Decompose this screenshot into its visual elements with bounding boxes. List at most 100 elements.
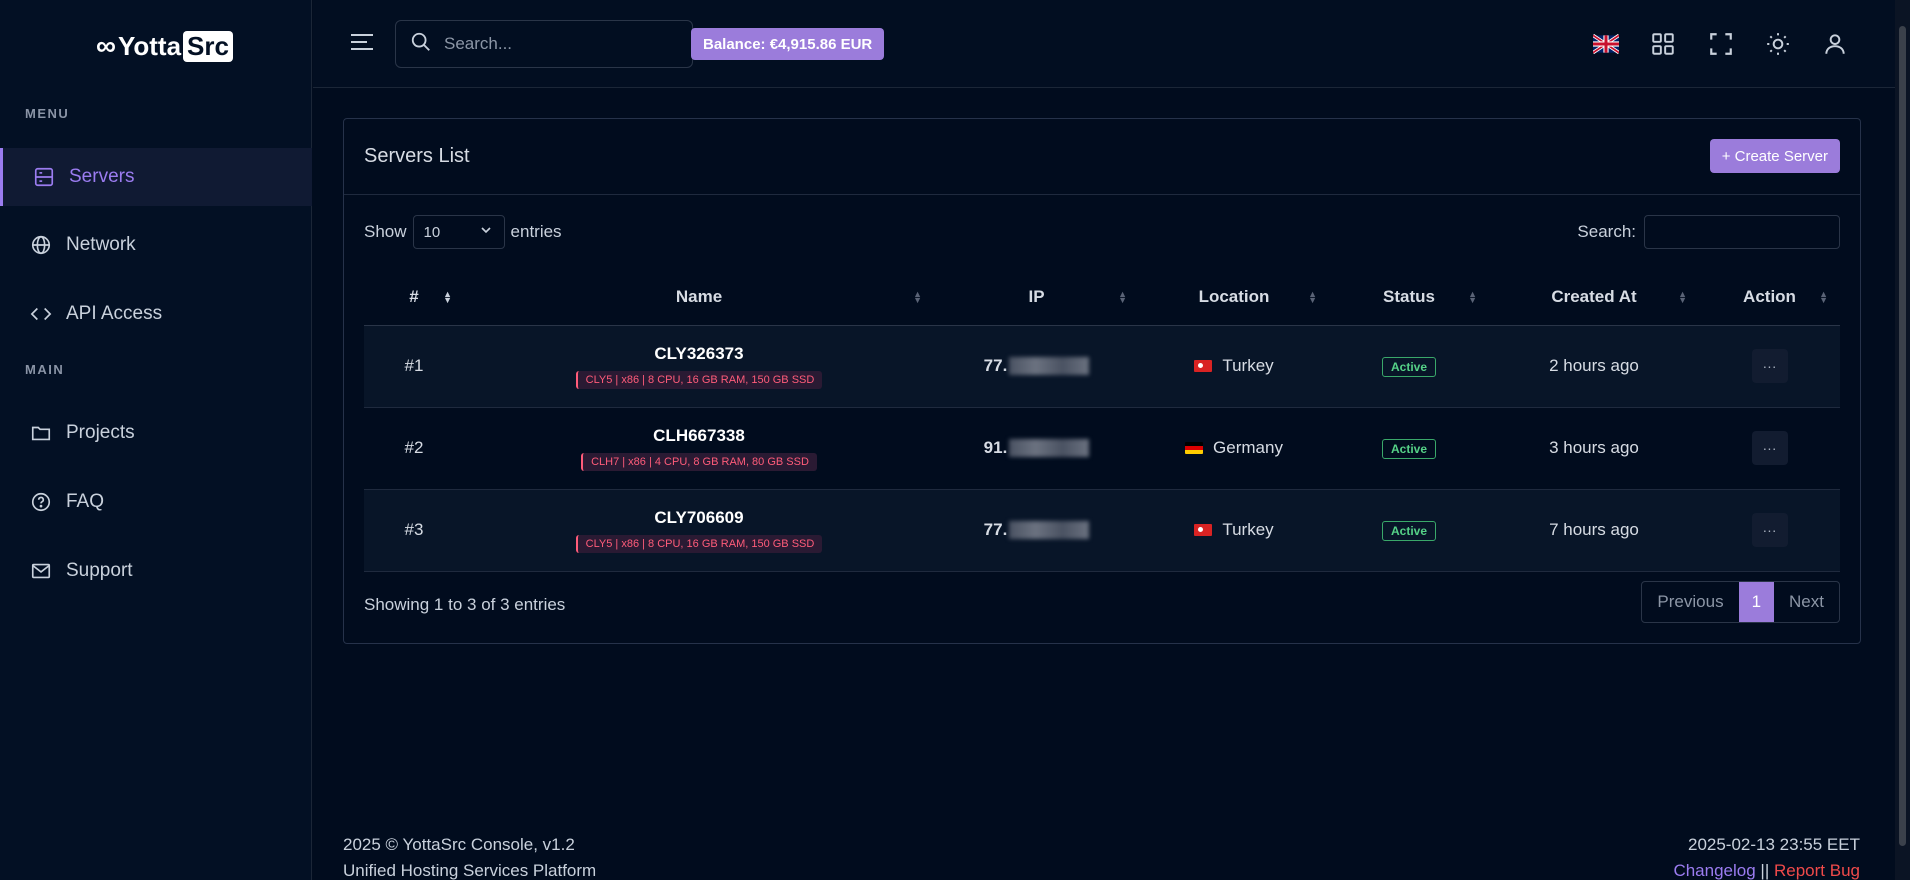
globe-icon [30,234,52,256]
menu-toggle-icon[interactable] [349,30,375,54]
table-info: Showing 1 to 3 of 3 entries [364,595,566,614]
column-header-status[interactable]: Status ▲ ▼ [1329,269,1489,326]
footer-datetime: 2025-02-13 23:55 EET [1687,835,1860,854]
infinity-icon: ∞ [96,30,116,61]
next-page-button[interactable]: Next [1774,582,1839,622]
sidebar: ∞ Yotta Src MENU Servers Network API Acce… [0,0,312,880]
status-cell: Active [1329,407,1489,490]
action-cell: ··· [1699,325,1840,408]
location-text: Turkey [1222,355,1274,375]
card-header: Servers List + Create Server [344,119,1860,195]
sort-icon: ▲ ▼ [913,289,922,305]
ip-address: 77. [983,356,1008,375]
apps-grid-icon[interactable] [1649,30,1677,58]
ip-cell: 91. [934,407,1139,490]
table-row: #1 CLY326373 CLY5 | x86 | 8 CPU, 16 GB R… [364,325,1840,408]
server-name[interactable]: CLY326373 [464,344,934,364]
sort-icon: ▲ ▼ [1308,289,1317,305]
entries-label: entries [510,222,562,241]
changelog-link[interactable]: Changelog [1673,861,1755,880]
pagination: Previous 1 Next [1641,581,1840,623]
entries-value: 10 [423,223,441,241]
sort-icon: ▲ ▼ [1678,289,1687,305]
column-header-number[interactable]: # ▲ ▼ [364,269,464,326]
servers-list-card: Servers List + Create Server Show 10 ent… [343,118,1861,644]
footer-right: 2025-02-13 23:55 EET Changelog || Report… [1673,832,1860,880]
status-badge: Active [1381,520,1437,541]
germany-flag-icon [1185,441,1204,454]
sort-icon: ▲ ▼ [443,289,452,305]
search-input[interactable] [444,34,664,54]
server-spec-badge: CLH7 | x86 | 4 CPU, 8 GB RAM, 80 GB SSD [581,452,817,471]
servers-table: # ▲ ▼ Name ▲ ▼ IP ▲ ▼ Location ▲ ▼ Status ▲ ▼ Crea… [364,269,1840,572]
search-icon [410,31,432,58]
brand-logo[interactable]: ∞ Yotta Src [96,24,233,68]
created-at-cell: 3 hours ago [1489,407,1699,490]
server-name-cell: CLY706609 CLY5 | x86 | 8 CPU, 16 GB RAM,… [464,489,934,572]
redacted-ip [1009,521,1090,539]
fullscreen-icon[interactable] [1707,30,1735,58]
column-header-location[interactable]: Location ▲ ▼ [1139,269,1329,326]
theme-sun-icon[interactable] [1764,30,1792,58]
sidebar-item-api-access[interactable]: API Access [0,285,312,343]
redacted-ip [1009,439,1090,457]
sidebar-item-label: Projects [66,422,135,443]
server-spec-badge: CLY5 | x86 | 8 CPU, 16 GB RAM, 150 GB SS… [575,534,823,553]
scrollbar-thumb[interactable] [1899,26,1906,846]
sidebar-item-network[interactable]: Network [0,216,312,274]
uk-flag-icon[interactable] [1592,30,1620,58]
table-search: Search: [1577,215,1840,249]
status-cell: Active [1329,489,1489,572]
row-actions-button[interactable]: ··· [1751,431,1788,465]
ip-address: 91. [983,438,1008,457]
ip-cell: 77. [934,325,1139,408]
row-actions-button[interactable]: ··· [1751,349,1788,383]
chevron-down-icon [478,222,494,242]
column-header-created-at[interactable]: Created At ▲ ▼ [1489,269,1699,326]
previous-page-button[interactable]: Previous [1642,582,1738,622]
sidebar-item-support[interactable]: Support [0,542,312,600]
table-row: #2 CLH667338 CLH7 | x86 | 4 CPU, 8 GB RA… [364,407,1840,490]
server-name[interactable]: CLH667338 [464,426,934,446]
column-header-action[interactable]: Action ▲ ▼ [1699,269,1840,326]
entries-select[interactable]: 10 [412,215,505,249]
server-name-cell: CLY326373 CLY5 | x86 | 8 CPU, 16 GB RAM,… [464,325,934,408]
server-icon [33,166,55,188]
row-actions-button[interactable]: ··· [1751,513,1788,547]
sidebar-item-label: Servers [69,166,135,187]
column-header-ip[interactable]: IP ▲ ▼ [934,269,1139,326]
sort-icon: ▲ ▼ [1468,289,1477,305]
sidebar-item-faq[interactable]: FAQ [0,473,312,531]
location-cell: Turkey [1139,489,1329,572]
server-name[interactable]: CLY706609 [464,508,934,528]
help-circle-icon [30,491,52,513]
row-number: #1 [364,325,464,408]
sort-icon: ▲ ▼ [1819,289,1828,305]
location-text: Turkey [1222,519,1274,539]
ip-address: 77. [983,520,1008,539]
sidebar-item-label: API Access [66,303,163,324]
page-1-button[interactable]: 1 [1738,582,1775,622]
location-cell: Turkey [1139,325,1329,408]
column-header-name[interactable]: Name ▲ ▼ [464,269,934,326]
menu-section-label: MENU [25,106,70,121]
report-bug-link[interactable]: Report Bug [1774,861,1860,880]
sidebar-item-servers[interactable]: Servers [0,148,312,206]
ip-cell: 77. [934,489,1139,572]
sidebar-item-label: Network [66,234,136,255]
global-search[interactable] [395,20,693,68]
table-search-input[interactable] [1644,215,1840,249]
balance-badge: Balance: €4,915.86 EUR [691,28,885,60]
user-profile-icon[interactable] [1821,30,1849,58]
main-section-label: MAIN [25,362,65,377]
sidebar-item-label: Support [66,560,133,581]
status-cell: Active [1329,325,1489,408]
action-cell: ··· [1699,489,1840,572]
sidebar-item-projects[interactable]: Projects [0,404,312,462]
code-icon [30,303,52,325]
server-name-cell: CLH667338 CLH7 | x86 | 4 CPU, 8 GB RAM, … [464,407,934,490]
create-server-button[interactable]: + Create Server [1709,139,1840,173]
page-scrollbar[interactable] [1895,0,1910,880]
table-row: #3 CLY706609 CLY5 | x86 | 8 CPU, 16 GB R… [364,489,1840,572]
footer-separator: || [1760,861,1770,880]
